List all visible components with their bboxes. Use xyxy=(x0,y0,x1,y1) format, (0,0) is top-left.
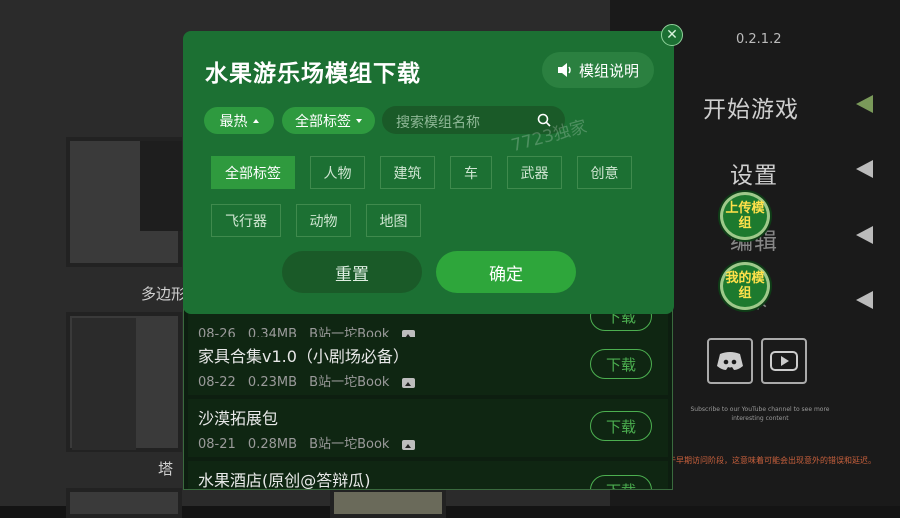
sort-label: 最热 xyxy=(219,113,248,130)
list-item: 沙漠拓展包 08-21 0.28MB B站一坨Book 下载 xyxy=(188,399,668,457)
youtube-button[interactable] xyxy=(761,338,807,384)
download-button[interactable]: 下载 xyxy=(590,475,652,489)
image-icon[interactable] xyxy=(401,439,415,450)
discord-button[interactable] xyxy=(707,338,753,384)
mod-size: 0.28MB xyxy=(247,437,298,452)
tag-map[interactable]: 地图 xyxy=(366,204,421,237)
menu-arrow-icon xyxy=(856,95,873,113)
tag-aircraft[interactable]: 飞行器 xyxy=(211,204,281,237)
download-button[interactable]: 下载 xyxy=(590,349,652,379)
menu-arrow-icon xyxy=(856,226,873,244)
mod-size: 0.23MB xyxy=(247,375,298,390)
youtube-icon xyxy=(770,351,798,371)
download-button[interactable]: 下载 xyxy=(590,411,652,441)
upload-mod-button[interactable]: 上传模组 xyxy=(720,192,770,240)
mod-thumbnail[interactable] xyxy=(66,312,182,452)
mod-author: B站一坨Book xyxy=(309,437,390,452)
reset-button[interactable]: 重置 xyxy=(282,251,422,293)
mod-author: B站一坨Book xyxy=(309,375,390,390)
version-label: 0.2.1.2 xyxy=(736,32,782,47)
confirm-button[interactable]: 确定 xyxy=(436,251,576,293)
menu-arrow-icon xyxy=(856,160,873,178)
help-label: 模组说明 xyxy=(578,61,639,80)
list-item: 家具合集v1.0（小剧场必备） 08-22 0.23MB B站一坨Book 下载 xyxy=(188,337,668,395)
discord-icon xyxy=(717,352,743,370)
close-button[interactable]: ✕ xyxy=(661,24,683,46)
mod-title: 家具合集v1.0（小剧场必备） xyxy=(198,347,409,366)
modal-title: 水果游乐场模组下载 xyxy=(205,61,421,87)
tag-building[interactable]: 建筑 xyxy=(380,156,435,189)
mod-date: 08-21 xyxy=(198,437,236,452)
tile-label: 多边形 xyxy=(141,285,187,303)
mod-date: 08-22 xyxy=(198,375,236,390)
tag-filter-dropdown[interactable]: 全部标签 xyxy=(282,107,375,134)
tag-all[interactable]: 全部标签 xyxy=(211,156,295,189)
tag-animal[interactable]: 动物 xyxy=(296,204,351,237)
menu-start-game[interactable]: 开始游戏 xyxy=(703,90,799,124)
mod-meta: 08-21 0.28MB B站一坨Book xyxy=(198,433,415,452)
sort-dropdown[interactable]: 最热 xyxy=(204,107,274,134)
mod-meta: 08-22 0.23MB B站一坨Book xyxy=(198,371,415,390)
tag-weapon[interactable]: 武器 xyxy=(507,156,562,189)
tag-vehicle[interactable]: 车 xyxy=(450,156,492,189)
mod-thumbnail[interactable] xyxy=(66,488,182,518)
tile-label: 塔 xyxy=(158,460,174,478)
close-icon: ✕ xyxy=(666,27,678,43)
mod-list: 08-26 0.34MB B站一坨Book 下载 家具合集v1.0（小剧场必备）… xyxy=(183,300,673,490)
caret-down-icon xyxy=(356,118,362,123)
mod-thumbnail[interactable] xyxy=(330,488,446,518)
speaker-icon xyxy=(557,63,571,77)
caret-up-icon xyxy=(252,118,259,123)
tag-creative[interactable]: 创意 xyxy=(577,156,632,189)
my-mods-button[interactable]: 我的模组 xyxy=(720,262,770,310)
mod-title: 沙漠拓展包 xyxy=(198,409,279,428)
menu-arrow-icon xyxy=(856,291,873,309)
list-item: 水果酒店(原创@答辩瓜) 下载 xyxy=(188,461,668,490)
early-access-warning: 于早期访问阶段，这意味着可能会出现意外的错误和延迟。 xyxy=(668,456,876,465)
mod-thumbnail[interactable] xyxy=(66,137,182,267)
tag-character[interactable]: 人物 xyxy=(310,156,365,189)
mod-help-button[interactable]: 模组说明 xyxy=(542,52,654,88)
subscribe-text: Subscribe to our YouTube channel to see … xyxy=(690,406,830,422)
image-icon[interactable] xyxy=(401,377,415,388)
menu-settings[interactable]: 设置 xyxy=(730,156,778,190)
mod-title: 水果酒店(原创@答辩瓜) xyxy=(198,471,371,490)
tag-filter-label: 全部标签 xyxy=(295,113,351,130)
search-placeholder: 搜索模组名称 xyxy=(396,115,480,131)
